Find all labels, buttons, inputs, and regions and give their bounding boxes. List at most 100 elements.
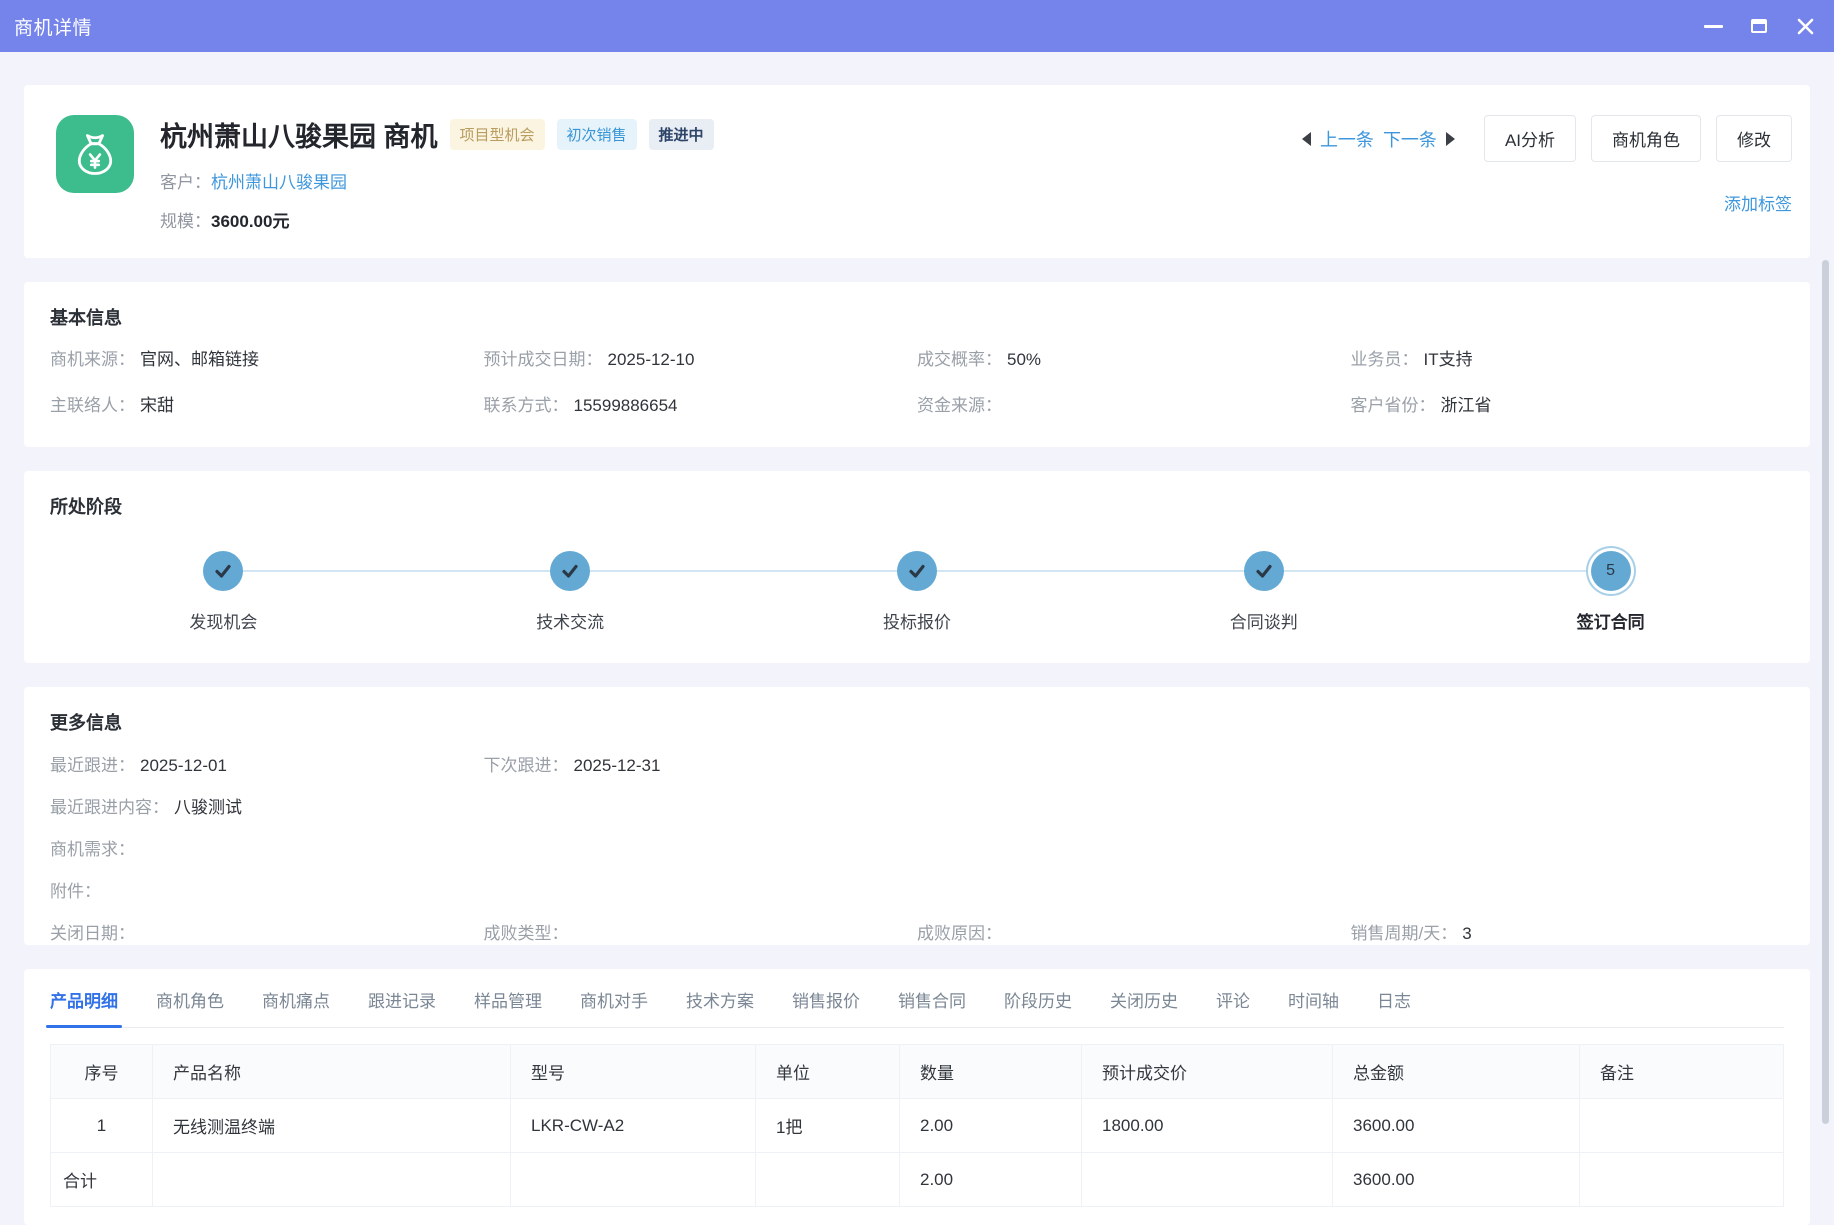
stage-stepper: 发现机会 技术交流 投标报价 — [50, 551, 1784, 633]
cell-remark — [1580, 1099, 1784, 1153]
table-row[interactable]: 1 无线测温终端 LKR-CW-A2 1把 2.00 1800.00 3600.… — [51, 1099, 1784, 1153]
field-label: 客户省份： — [1351, 396, 1436, 415]
prev-arrow-icon[interactable] — [1302, 132, 1311, 146]
stage-step-label: 技术交流 — [536, 608, 604, 633]
stage-step-sign-contract[interactable]: 5 签订合同 — [1437, 551, 1784, 633]
customer-label: 客户： — [160, 173, 211, 192]
maximize-button[interactable] — [1744, 11, 1774, 41]
tab-pain-points[interactable]: 商机痛点 — [262, 987, 330, 1027]
product-table: 序号 产品名称 型号 单位 数量 预计成交价 总金额 备注 1 无线测温终端 L… — [50, 1044, 1784, 1207]
stage-dot — [897, 551, 937, 591]
header-main: 杭州萧山八骏果园 商机 项目型机会 初次销售 推进中 客户：杭州萧山八骏果园 规… — [160, 115, 714, 232]
cell-empty — [1082, 1153, 1333, 1207]
field-expected-close-date: 预计成交日期： 2025-12-10 — [484, 348, 918, 371]
tab-tech-solution[interactable]: 技术方案 — [686, 987, 754, 1027]
tab-sales-quote[interactable]: 销售报价 — [792, 987, 860, 1027]
field-source: 商机来源：官网、邮箱链接 — [50, 348, 484, 371]
field-label: 成交概率： — [917, 350, 1002, 369]
tab-sales-contract[interactable]: 销售合同 — [898, 987, 966, 1027]
cell-empty — [1580, 1153, 1784, 1207]
field-fund-source: 资金来源： — [917, 394, 1351, 417]
col-remark: 备注 — [1580, 1045, 1784, 1099]
detail-tabs-card: 产品明细 商机角色 商机痛点 跟进记录 样品管理 商机对手 技术方案 销售报价 … — [24, 969, 1810, 1225]
minimize-button[interactable] — [1698, 11, 1728, 41]
tab-sample-management[interactable]: 样品管理 — [474, 987, 542, 1027]
stage-step-discover[interactable]: 发现机会 — [50, 551, 397, 633]
page-content: 杭州萧山八骏果园 商机 项目型机会 初次销售 推进中 客户：杭州萧山八骏果园 规… — [0, 52, 1834, 1225]
stage-step-label: 发现机会 — [189, 608, 257, 633]
field-value: 2025-12-10 — [608, 350, 695, 369]
table-total-row: 合计 2.00 3600.00 — [51, 1153, 1784, 1207]
check-icon — [213, 561, 233, 581]
tab-timeline[interactable]: 时间轴 — [1288, 987, 1339, 1027]
field-win-probability: 成交概率：50% — [917, 348, 1351, 371]
field-value: IT支持 — [1424, 350, 1473, 369]
customer-link[interactable]: 杭州萧山八骏果园 — [211, 173, 347, 192]
field-value: 3 — [1462, 924, 1471, 943]
field-label: 预计成交日期： — [484, 350, 603, 369]
cell-expected-price: 1800.00 — [1082, 1099, 1333, 1153]
check-icon — [560, 561, 580, 581]
maximize-icon — [1751, 19, 1767, 33]
tab-stage-history[interactable]: 阶段历史 — [1004, 987, 1072, 1027]
field-label: 附件： — [50, 882, 101, 901]
stage-title: 所处阶段 — [50, 493, 1784, 519]
edit-button[interactable]: 修改 — [1716, 115, 1792, 162]
tab-follow-records[interactable]: 跟进记录 — [368, 987, 436, 1027]
record-pager: 上一条 下一条 — [1302, 126, 1455, 152]
field-outcome-type: 成败类型： — [484, 922, 918, 945]
col-model: 型号 — [511, 1045, 756, 1099]
prev-record-link[interactable]: 上一条 — [1320, 126, 1374, 152]
tab-close-history[interactable]: 关闭历史 — [1110, 987, 1178, 1027]
field-value: 2025-12-31 — [574, 756, 661, 775]
opportunity-title: 杭州萧山八骏果园 商机 — [160, 115, 438, 154]
vertical-scrollbar[interactable] — [1822, 260, 1829, 1124]
field-value: 2025-12-01 — [140, 756, 227, 775]
stage-step-bidding[interactable]: 投标报价 — [744, 551, 1091, 633]
ai-analysis-button[interactable]: AI分析 — [1484, 115, 1576, 162]
scale-value: 3600.00元 — [211, 212, 289, 231]
stage-card: 所处阶段 发现机会 技术交流 — [24, 471, 1810, 663]
field-close-date: 关闭日期： — [50, 922, 484, 945]
detail-tabs: 产品明细 商机角色 商机痛点 跟进记录 样品管理 商机对手 技术方案 销售报价 … — [50, 987, 1784, 1028]
tab-product-detail[interactable]: 产品明细 — [50, 987, 118, 1027]
header-right: 上一条 下一条 AI分析 商机角色 修改 添加标签 — [1302, 115, 1792, 232]
field-label: 业务员： — [1351, 350, 1419, 369]
next-record-link[interactable]: 下一条 — [1383, 126, 1437, 152]
check-icon — [907, 561, 927, 581]
field-label: 成败原因： — [917, 924, 1002, 943]
tab-comments[interactable]: 评论 — [1216, 987, 1250, 1027]
scale-label: 规模： — [160, 212, 211, 231]
stage-step-negotiation[interactable]: 合同谈判 — [1090, 551, 1437, 633]
col-expected-price: 预计成交价 — [1082, 1045, 1333, 1099]
badge-opportunity-type: 项目型机会 — [450, 119, 545, 150]
col-unit: 单位 — [756, 1045, 900, 1099]
contact-link[interactable]: 宋甜 — [140, 396, 174, 415]
field-label: 主联络人： — [50, 396, 135, 415]
field-salesperson: 业务员： IT支持 — [1351, 348, 1785, 371]
tab-logs[interactable]: 日志 — [1377, 987, 1411, 1027]
add-tag-link[interactable]: 添加标签 — [1724, 190, 1792, 215]
more-info-card: 更多信息 最近跟进：2025-12-01 下次跟进：2025-12-31 最近跟… — [24, 687, 1810, 945]
check-icon — [1254, 561, 1274, 581]
field-last-follow: 最近跟进：2025-12-01 — [50, 754, 484, 777]
field-label: 成败类型： — [484, 924, 569, 943]
field-value: 官网、邮箱链接 — [140, 350, 259, 369]
tab-competitors[interactable]: 商机对手 — [580, 987, 648, 1027]
stage-step-tech-exchange[interactable]: 技术交流 — [397, 551, 744, 633]
field-label: 商机需求： — [50, 840, 135, 859]
field-label: 下次跟进： — [484, 756, 569, 775]
close-button[interactable] — [1790, 11, 1820, 41]
opportunity-header-card: 杭州萧山八骏果园 商机 项目型机会 初次销售 推进中 客户：杭州萧山八骏果园 规… — [24, 85, 1810, 258]
field-attachment: 附件： — [50, 880, 1784, 903]
window-title: 商机详情 — [14, 13, 92, 40]
product-table-header-row: 序号 产品名称 型号 单位 数量 预计成交价 总金额 备注 — [51, 1045, 1784, 1099]
stage-step-label: 合同谈判 — [1230, 608, 1298, 633]
next-arrow-icon[interactable] — [1446, 132, 1455, 146]
window-titlebar: 商机详情 — [0, 0, 1834, 52]
opportunity-role-button[interactable]: 商机角色 — [1591, 115, 1701, 162]
field-label: 关闭日期： — [50, 924, 135, 943]
badge-status: 推进中 — [649, 119, 714, 150]
badge-sales-type: 初次销售 — [557, 119, 637, 150]
tab-opportunity-role[interactable]: 商机角色 — [156, 987, 224, 1027]
